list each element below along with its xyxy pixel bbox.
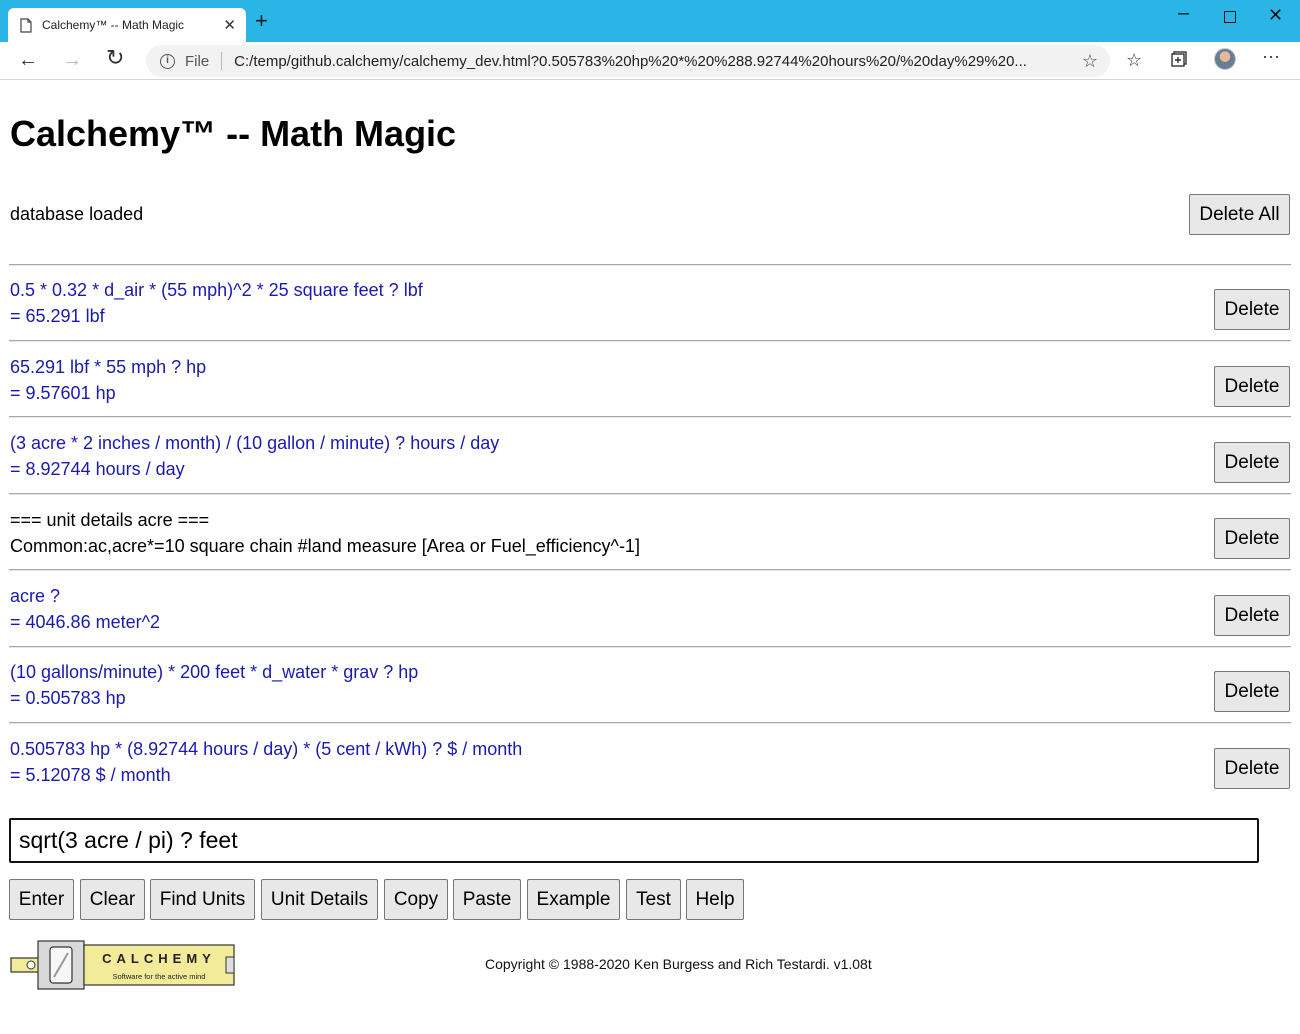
entry-query[interactable]: acre ? [10,583,160,609]
history-entry: 0.5 * 0.32 * d_air * (55 mph)^2 * 25 squ… [10,277,423,329]
clear-button[interactable]: Clear [80,879,145,920]
close-tab-icon[interactable]: ✕ [223,16,236,34]
delete-entry-button[interactable]: Delete [1214,442,1290,483]
entry-result[interactable]: = 4046.86 meter^2 [10,609,160,635]
history-entry: (3 acre * 2 inches / month) / (10 gallon… [10,430,499,482]
forward-icon[interactable]: → [62,49,82,71]
page-content: Calchemy™ -- Math Magic database loaded … [0,81,1300,1034]
page-title: Calchemy™ -- Math Magic [10,113,457,154]
entry-result[interactable]: = 0.505783 hp [10,685,418,711]
entry-query[interactable]: (10 gallons/minute) * 200 feet * d_water… [10,659,418,685]
entry-result[interactable]: Common:ac,acre*=10 square chain #land me… [10,533,640,559]
entry-query[interactable]: 0.5 * 0.32 * d_air * (55 mph)^2 * 25 squ… [10,277,423,303]
more-menu-icon[interactable]: ··· [1262,46,1280,67]
browser-tab[interactable]: Calchemy™ -- Math Magic ✕ [8,8,246,42]
svg-text:Software for the active mind: Software for the active mind [113,972,206,981]
status-text: database loaded [10,204,144,224]
history-entry: === unit details acre === Common:ac,acre… [10,507,640,559]
delete-entry-button[interactable]: Delete [1214,748,1290,789]
tab-title: Calchemy™ -- Math Magic [42,18,185,32]
entry-query[interactable]: (3 acre * 2 inches / month) / (10 gallon… [10,430,499,456]
delete-entry-button[interactable]: Delete [1214,366,1290,407]
delete-entry-button[interactable]: Delete [1214,518,1290,559]
divider [9,493,1291,495]
history-entry: acre ? = 4046.86 meter^2 [10,583,160,635]
divider [9,569,1291,571]
find-units-button[interactable]: Find Units [150,879,255,920]
unit-details-button[interactable]: Unit Details [261,879,378,920]
divider [9,416,1291,418]
calchemy-logo: CALCHEMY Software for the active mind [10,940,235,990]
entry-result[interactable]: = 65.291 lbf [10,303,423,329]
entry-result[interactable]: = 9.57601 hp [10,380,206,406]
back-icon[interactable]: ← [18,49,38,71]
collections-icon[interactable] [1170,50,1188,73]
close-window-icon[interactable]: ✕ [1268,5,1283,26]
maximize-icon[interactable] [1224,10,1236,28]
entry-result[interactable]: = 5.12078 $ / month [10,762,522,788]
address-scheme-label: File [185,52,210,70]
delete-entry-button[interactable]: Delete [1214,289,1290,330]
divider [9,340,1291,342]
test-button[interactable]: Test [626,879,681,920]
entry-query[interactable]: === unit details acre === [10,507,640,533]
svg-text:CALCHEMY: CALCHEMY [102,951,216,966]
divider [9,264,1291,266]
copy-button[interactable]: Copy [384,879,448,920]
entry-result[interactable]: = 8.92744 hours / day [10,456,499,482]
divider [9,646,1291,648]
page-icon [20,17,32,33]
address-divider [221,52,223,70]
delete-all-button[interactable]: Delete All [1189,194,1290,235]
favorite-star-icon[interactable]: ☆ [1082,51,1098,72]
minimize-icon[interactable]: – [1178,2,1189,25]
paste-button[interactable]: Paste [453,879,521,920]
history-entry: 0.505783 hp * (8.92744 hours / day) * (5… [10,736,522,788]
help-button[interactable]: Help [686,879,744,920]
history-entry: (10 gallons/minute) * 200 feet * d_water… [10,659,418,711]
enter-button[interactable]: Enter [9,879,74,920]
history-entry: 65.291 lbf * 55 mph ? hp = 9.57601 hp [10,354,206,406]
expression-input[interactable] [9,818,1259,863]
browser-titlebar: Calchemy™ -- Math Magic ✕ + – ✕ [0,0,1300,42]
example-button[interactable]: Example [527,879,620,920]
delete-entry-button[interactable]: Delete [1214,595,1290,636]
address-bar[interactable]: i File C:/temp/github.calchemy/calchemy_… [146,45,1110,77]
new-tab-icon[interactable]: + [255,10,268,32]
entry-query[interactable]: 65.291 lbf * 55 mph ? hp [10,354,206,380]
favorites-icon[interactable]: ☆ [1126,50,1142,71]
profile-avatar[interactable] [1214,48,1236,70]
divider [9,722,1291,724]
entry-query[interactable]: 0.505783 hp * (8.92744 hours / day) * (5… [10,736,522,762]
refresh-icon[interactable]: ↻ [106,47,124,69]
browser-toolbar: ← → ↻ i File C:/temp/github.calchemy/cal… [0,42,1300,80]
address-url[interactable]: C:/temp/github.calchemy/calchemy_dev.htm… [234,53,1074,70]
copyright-text: Copyright © 1988-2020 Ken Burgess and Ri… [485,956,872,972]
delete-entry-button[interactable]: Delete [1214,671,1290,712]
info-icon[interactable]: i [160,53,175,69]
